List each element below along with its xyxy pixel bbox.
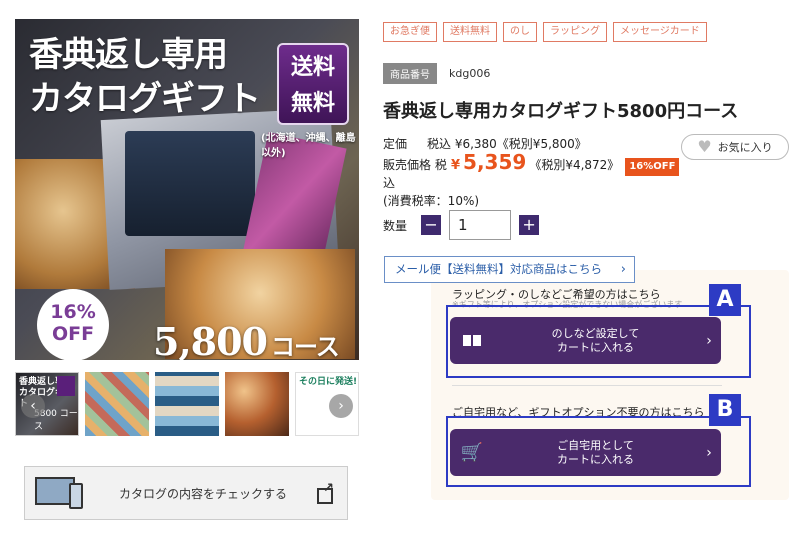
product-main-image[interactable]: 香典返し専用 カタログギフト 送料 無料 (北海道、沖縄、離島以外) 16% O… [15,19,359,360]
favorite-button[interactable]: ♥ お気に入り [681,134,789,160]
next-thumbnail-button[interactable]: › [329,394,353,418]
thumbnail-4[interactable] [225,372,289,436]
sale-price: 5,359 [463,150,527,174]
external-link-icon [317,481,335,504]
quantity-input[interactable]: 1 [449,210,512,240]
catalog-check-button[interactable]: カタログの内容をチェックする [24,466,348,520]
tag-free-shipping: 送料無料 [443,22,497,42]
product-title: 香典返し専用カタログギフト5800円コース [383,101,739,122]
quantity-plus-button[interactable]: + [519,215,540,235]
quantity-minus-button[interactable]: − [421,215,442,235]
tax-note: (消費税率：10%) [383,194,480,208]
tag-wrapping: ラッピング [543,22,607,42]
off-badge: 16%OFF [625,158,680,176]
prev-thumbnail-button[interactable]: ‹ [21,394,45,418]
chevron-right-icon: › [620,262,626,277]
tag-noshi: のし [503,22,537,42]
course-label: 5,800 コース [153,319,340,360]
shipping-note: (北海道、沖縄、離島以外) [261,133,356,159]
catalog-check-label: カタログの内容をチェックする [118,486,287,501]
heart-icon: ♥ [697,137,712,156]
highlight-box-b [446,416,751,487]
sale-price-row: 販売価格 税込 ¥ 5,359 《税別¥4,872》 16%OFF [383,150,680,192]
thumbnail-2[interactable] [85,372,149,436]
divider [452,385,722,386]
thumbnail-3[interactable] [155,372,219,436]
tag-message-card: メッセージカード [613,22,707,42]
mail-delivery-link[interactable]: メール便【送料無料】対応商品はこちら › [384,256,635,283]
discount-circle: 16% OFF [37,289,109,360]
pricing: 定価 税込 ¥6,380《税別¥5,800》 販売価格 税込 ¥ 5,359 《… [383,135,680,210]
highlight-box-a [446,305,751,378]
feature-tags: お急ぎ便 送料無料 のし ラッピング メッセージカード [383,22,707,42]
bag-photo [125,131,255,236]
product-code: 商品番号 kdg006 [383,63,490,84]
tag-express: お急ぎ便 [383,22,437,42]
list-price-row: 定価 税込 ¥6,380《税別¥5,800》 [383,137,587,151]
quantity-stepper: 数量 − 1 + [383,210,540,240]
free-shipping-badge: 送料 無料 [277,43,349,125]
product-page: 香典返し専用 カタログギフト 送料 無料 (北海道、沖縄、離島以外) 16% O… [0,0,800,536]
box-label-a: A [709,284,741,316]
thumbnail-strip: 香典返し専用 カタログギフト 5800 コース その日に発送! [15,372,359,436]
badge-icon [57,376,75,396]
box-label-b: B [709,394,741,426]
hero-title: 香典返し専用 カタログギフト [29,35,261,119]
devices-icon [35,473,89,513]
